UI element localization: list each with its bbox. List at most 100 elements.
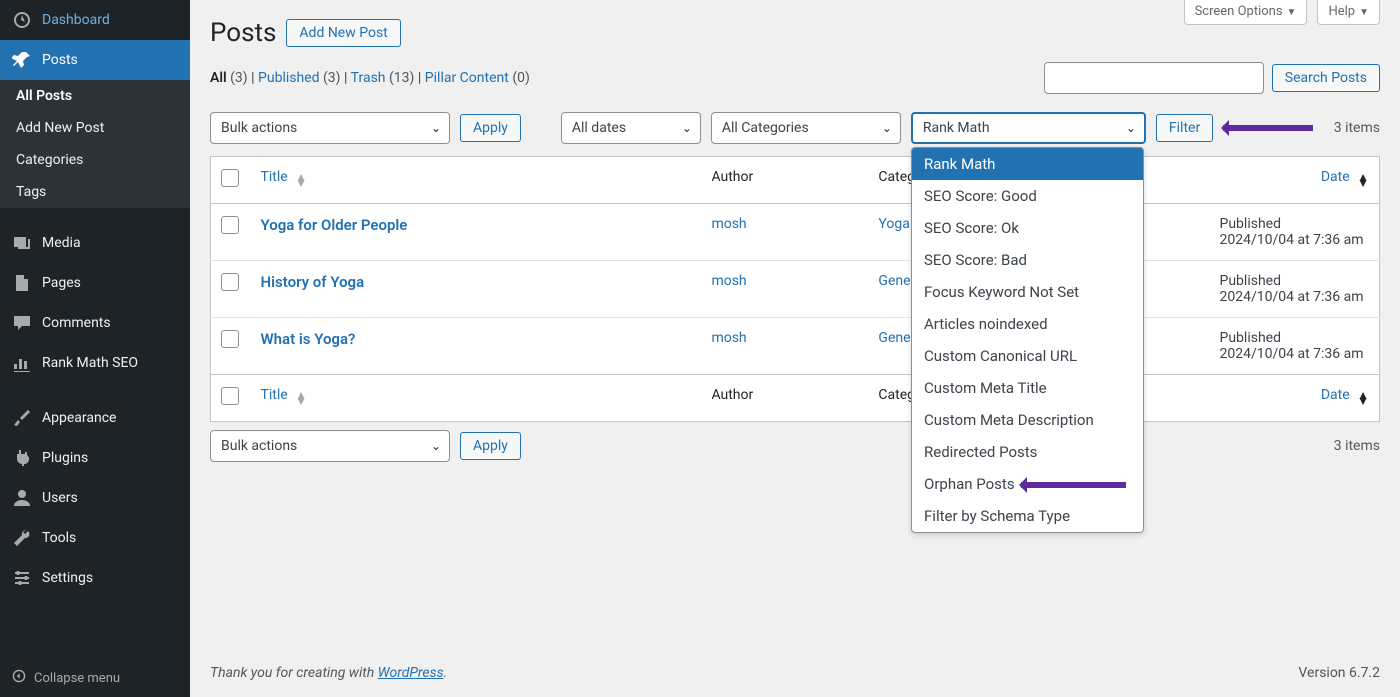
- nav-tools-label: Tools: [42, 530, 76, 546]
- author-link[interactable]: mosh: [711, 273, 746, 289]
- pages-icon: [12, 273, 32, 293]
- col-author-foot[interactable]: Author: [701, 375, 868, 422]
- table-row: History of YogamoshGeneral YogaPublished…: [211, 261, 1380, 318]
- nav-posts[interactable]: Posts: [0, 40, 190, 80]
- nav-tools[interactable]: Tools: [0, 518, 190, 558]
- main-content: Screen Options▼ Help▼ Posts Add New Post…: [190, 0, 1400, 697]
- dropdown-option[interactable]: Custom Meta Description: [912, 404, 1143, 436]
- brush-icon: [12, 408, 32, 428]
- col-title[interactable]: Title ▲▼: [251, 157, 702, 204]
- subnav-categories[interactable]: Categories: [0, 144, 190, 176]
- apply-button-top[interactable]: Apply: [460, 114, 521, 142]
- sort-icon: ▲▼: [295, 174, 307, 186]
- media-icon: [12, 233, 32, 253]
- user-icon: [12, 488, 32, 508]
- dropdown-option[interactable]: Articles noindexed: [912, 308, 1143, 340]
- author-link[interactable]: mosh: [711, 330, 746, 346]
- filter-trash[interactable]: Trash: [351, 70, 386, 86]
- items-count-top: 3 items: [1334, 120, 1380, 136]
- dropdown-option[interactable]: Redirected Posts: [912, 436, 1143, 468]
- dropdown-option[interactable]: Rank Math: [912, 148, 1143, 180]
- filter-pillar[interactable]: Pillar Content: [425, 70, 509, 86]
- screen-options-button[interactable]: Screen Options▼: [1184, 0, 1308, 25]
- subnav-all-posts[interactable]: All Posts: [0, 80, 190, 112]
- row-checkbox[interactable]: [221, 273, 239, 291]
- chevron-down-icon: ⌄: [882, 121, 892, 135]
- rankmath-select[interactable]: Rank Math⌄: [911, 112, 1146, 144]
- post-title-link[interactable]: What is Yoga?: [261, 330, 356, 348]
- dropdown-option[interactable]: Custom Meta Title: [912, 372, 1143, 404]
- help-button[interactable]: Help▼: [1317, 0, 1380, 25]
- rankmath-dropdown: Rank MathSEO Score: GoodSEO Score: OkSEO…: [911, 147, 1144, 533]
- subnav-tags[interactable]: Tags: [0, 176, 190, 208]
- categories-select[interactable]: All Categories⌄: [711, 112, 901, 144]
- col-date-foot[interactable]: Date ▲▼: [1190, 375, 1380, 422]
- post-title-link[interactable]: History of Yoga: [261, 273, 365, 291]
- wordpress-link[interactable]: WordPress: [378, 665, 444, 681]
- footer-credit: Thank you for creating with WordPress.: [210, 665, 447, 681]
- dropdown-option[interactable]: Focus Keyword Not Set: [912, 276, 1143, 308]
- table-row: What is Yoga?moshGeneral YogaPublished20…: [211, 318, 1380, 375]
- nav-media[interactable]: Media: [0, 223, 190, 263]
- row-checkbox[interactable]: [221, 216, 239, 234]
- wrench-icon: [12, 528, 32, 548]
- post-title-link[interactable]: Yoga for Older People: [261, 216, 408, 234]
- sliders-icon: [12, 568, 32, 588]
- dropdown-option[interactable]: SEO Score: Bad: [912, 244, 1143, 276]
- nav-dashboard[interactable]: Dashboard: [0, 0, 190, 40]
- apply-button-bottom[interactable]: Apply: [460, 432, 521, 460]
- dropdown-option[interactable]: SEO Score: Good: [912, 180, 1143, 212]
- bulk-actions-select-bottom[interactable]: Bulk actions⌄: [210, 430, 450, 462]
- items-count-bottom: 3 items: [1334, 438, 1380, 454]
- footer-version: Version 6.7.2: [1298, 665, 1380, 681]
- filter-all[interactable]: All: [210, 70, 227, 86]
- collapse-icon: [12, 669, 26, 687]
- collapse-menu[interactable]: Collapse menu: [0, 659, 190, 697]
- col-title-foot[interactable]: Title ▲▼: [251, 375, 702, 422]
- nav-rankmath-label: Rank Math SEO: [42, 355, 138, 371]
- chart-icon: [12, 353, 32, 373]
- select-all-checkbox-bottom[interactable]: [221, 387, 239, 405]
- table-row: Yoga for Older PeoplemoshYoga for People…: [211, 204, 1380, 261]
- nav-plugins[interactable]: Plugins: [0, 438, 190, 478]
- sort-icon: ▲▼: [295, 392, 307, 404]
- nav-rankmath[interactable]: Rank Math SEO: [0, 343, 190, 383]
- nav-pages-label: Pages: [42, 275, 81, 291]
- date-cell: Published2024/10/04 at 7:36 am: [1220, 273, 1364, 305]
- nav-appearance[interactable]: Appearance: [0, 398, 190, 438]
- dropdown-option[interactable]: Filter by Schema Type: [912, 500, 1143, 532]
- dropdown-option[interactable]: SEO Score: Ok: [912, 212, 1143, 244]
- nav-users[interactable]: Users: [0, 478, 190, 518]
- bulk-actions-select[interactable]: Bulk actions⌄: [210, 112, 450, 144]
- date-cell: Published2024/10/04 at 7:36 am: [1220, 216, 1364, 248]
- date-cell: Published2024/10/04 at 7:36 am: [1220, 330, 1364, 362]
- nav-settings[interactable]: Settings: [0, 558, 190, 598]
- nav-plugins-label: Plugins: [42, 450, 88, 466]
- nav-users-label: Users: [42, 490, 78, 506]
- col-author[interactable]: Author: [701, 157, 868, 204]
- search-posts-button[interactable]: Search Posts: [1272, 64, 1380, 92]
- chevron-down-icon: ⌄: [1126, 121, 1136, 135]
- add-new-post-button[interactable]: Add New Post: [286, 19, 400, 47]
- col-date[interactable]: Date ▲▼: [1190, 157, 1380, 204]
- collapse-label: Collapse menu: [34, 671, 120, 686]
- nav-comments-label: Comments: [42, 315, 111, 331]
- subnav-add-new[interactable]: Add New Post: [0, 112, 190, 144]
- nav-pages[interactable]: Pages: [0, 263, 190, 303]
- search-input[interactable]: [1044, 62, 1264, 94]
- annotation-arrow: [1021, 482, 1126, 488]
- row-checkbox[interactable]: [221, 330, 239, 348]
- dropdown-option[interactable]: Orphan Posts: [912, 468, 1143, 500]
- filter-published[interactable]: Published: [258, 70, 319, 86]
- select-all-checkbox-top[interactable]: [221, 169, 239, 187]
- comments-icon: [12, 313, 32, 333]
- author-link[interactable]: mosh: [711, 216, 746, 232]
- nav-comments[interactable]: Comments: [0, 303, 190, 343]
- dates-select[interactable]: All dates⌄: [561, 112, 701, 144]
- dropdown-option[interactable]: Custom Canonical URL: [912, 340, 1143, 372]
- nav-media-label: Media: [42, 235, 81, 251]
- chevron-down-icon: ▼: [1359, 7, 1369, 18]
- nav-dashboard-label: Dashboard: [42, 12, 110, 28]
- nav-settings-label: Settings: [42, 570, 93, 586]
- filter-button[interactable]: Filter: [1156, 114, 1213, 142]
